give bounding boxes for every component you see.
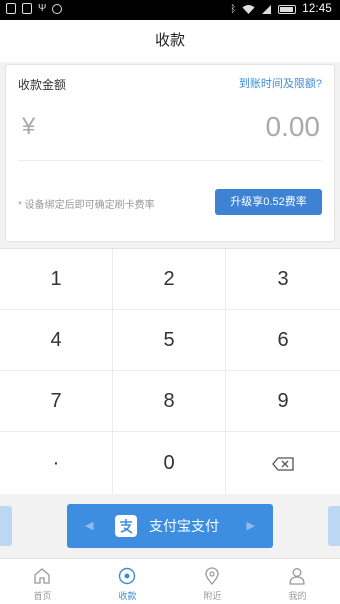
status-right-icons: ᛒ 12:45 [230,3,332,15]
key-5[interactable]: 5 [113,310,226,371]
arrow-left-icon: ◀ [85,520,94,532]
key-label: 6 [277,328,289,351]
bluetooth-icon: ᛒ [230,3,237,15]
key-label: 8 [163,389,175,412]
key-6[interactable]: 6 [226,310,340,371]
wifi-icon [242,4,255,14]
arrow-right-icon: ▶ [246,520,255,532]
backspace-icon [272,456,294,471]
amount-display: 0.00 [265,111,321,142]
tab-label: 我的 [288,591,307,601]
upgrade-button[interactable]: 升级享0.52费率 [215,189,322,215]
bottom-tab-bar: 首页 收款 附近 我的 [0,558,340,604]
tab-nearby[interactable]: 附近 [170,559,255,604]
status-time: 12:45 [302,3,332,15]
key-4[interactable]: 4 [0,310,113,371]
status-left-icons: Ψ [6,3,63,14]
key-8[interactable]: 8 [113,371,226,432]
trash-icon [6,3,16,14]
key-1[interactable]: 1 [0,249,113,310]
tab-label: 收款 [118,591,137,601]
key-decimal[interactable]: · [0,432,113,495]
key-label: · [52,452,60,474]
amount-label: 收款金额 [18,78,67,92]
status-bar: Ψ ᛒ 12:45 [0,0,340,20]
next-pay-method[interactable] [328,506,340,546]
home-icon [34,568,50,584]
sync-icon [52,3,63,14]
fee-tip: * 设备绑定后即可确定刷卡费率 [18,200,155,211]
nav-bar: 收款 [0,20,340,62]
key-backspace[interactable] [226,432,340,495]
previous-pay-method[interactable] [0,506,12,546]
tab-label: 首页 [33,591,52,601]
key-label: 0 [163,452,175,474]
alipay-icon [115,515,137,537]
tab-collect[interactable]: 收款 [85,559,170,604]
location-icon [205,567,219,585]
payment-method-bar: ◀ 支付宝支付 ▶ [0,494,340,558]
page-title: 收款 [154,32,185,49]
key-2[interactable]: 2 [113,249,226,310]
key-label: 5 [163,328,175,351]
limit-info-link[interactable]: 到账时间及限额? [239,75,322,91]
key-label: 2 [163,267,175,290]
alipay-pay-button[interactable]: ◀ 支付宝支付 ▶ [67,504,273,548]
tab-home[interactable]: 首页 [0,559,85,604]
tab-mine[interactable]: 我的 [255,559,340,604]
usb-icon: Ψ [38,3,47,14]
battery-icon [278,4,297,14]
key-7[interactable]: 7 [0,371,113,432]
amount-card: 收款金额 到账时间及限额? ¥ 0.00 * 设备绑定后即可确定刷卡费率 升级享… [5,64,335,242]
key-3[interactable]: 3 [226,249,340,310]
divider [18,160,322,161]
key-label: 4 [50,328,62,351]
key-label: 1 [50,267,62,290]
numeric-keypad: 1 2 3 4 5 6 7 8 9 · 0 [0,248,340,495]
collect-icon [118,567,136,585]
key-9[interactable]: 9 [226,371,340,432]
key-0[interactable]: 0 [113,432,226,495]
image-icon [22,3,32,14]
pay-button-label: 支付宝支付 [149,518,219,534]
currency-symbol: ¥ [22,113,36,140]
user-icon [289,568,305,585]
signal-icon [262,4,272,14]
tab-label: 附近 [203,591,222,601]
key-label: 7 [50,389,62,412]
key-label: 9 [277,389,289,412]
key-label: 3 [277,267,289,290]
